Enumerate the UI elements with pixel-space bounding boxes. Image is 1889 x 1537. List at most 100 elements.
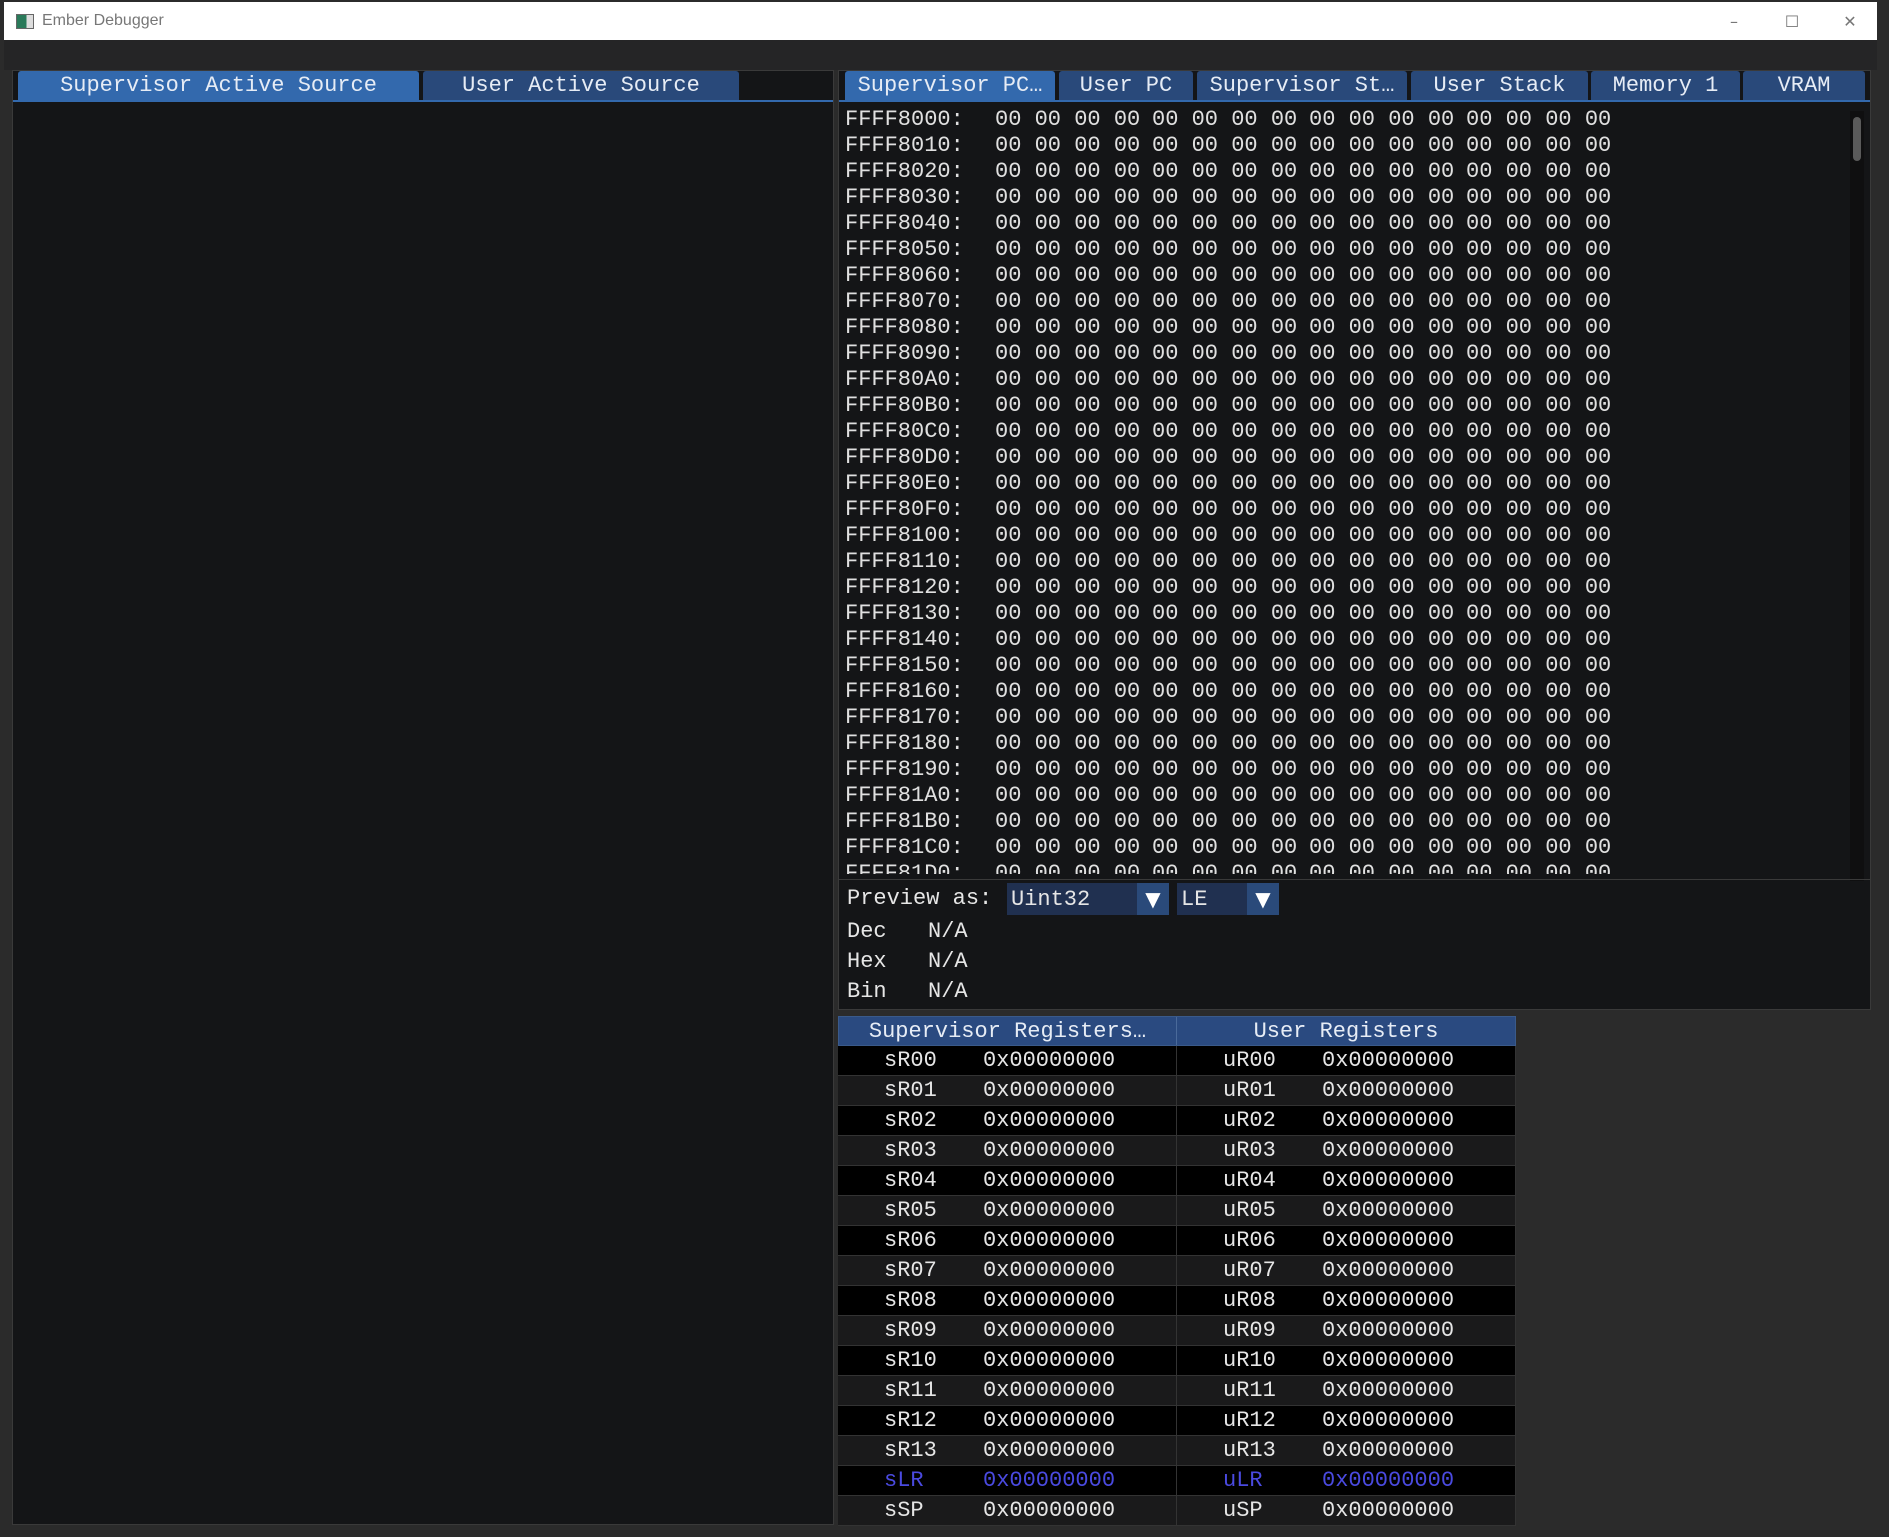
hex-byte-group[interactable]: 00 00 00 00 (1309, 705, 1454, 731)
hex-scrollbar[interactable] (1850, 111, 1864, 881)
hex-byte-group[interactable]: 00 00 00 00 (1309, 107, 1454, 133)
hex-byte-group[interactable]: 00 00 00 00 (1309, 289, 1454, 315)
hex-byte-group[interactable]: 00 00 00 00 (1152, 731, 1297, 757)
hex-byte-group[interactable]: 00 00 00 00 (1152, 861, 1297, 874)
hex-byte-group[interactable]: 00 00 00 00 (1152, 341, 1297, 367)
scrollbar-thumb[interactable] (1853, 117, 1861, 161)
tab-memory-1[interactable]: Memory 1 (1591, 71, 1740, 100)
hex-byte-group[interactable]: 00 00 00 00 (1466, 523, 1611, 549)
hex-byte-group[interactable]: 00 00 00 00 (995, 185, 1140, 211)
hex-byte-group[interactable]: 00 00 00 00 (1309, 549, 1454, 575)
hex-byte-group[interactable]: 00 00 00 00 (995, 757, 1140, 783)
hex-byte-group[interactable]: 00 00 00 00 (1309, 731, 1454, 757)
hex-byte-group[interactable]: 00 00 00 00 (995, 315, 1140, 341)
hex-byte-group[interactable]: 00 00 00 00 (1309, 601, 1454, 627)
hex-byte-group[interactable]: 00 00 00 00 (1152, 835, 1297, 861)
hex-byte-group[interactable]: 00 00 00 00 (1466, 809, 1611, 835)
hex-byte-group[interactable]: 00 00 00 00 (1466, 263, 1611, 289)
hex-byte-group[interactable]: 00 00 00 00 (1152, 107, 1297, 133)
hex-byte-group[interactable]: 00 00 00 00 (1466, 341, 1611, 367)
hex-byte-group[interactable]: 00 00 00 00 (1309, 497, 1454, 523)
hex-byte-group[interactable]: 00 00 00 00 (1152, 705, 1297, 731)
hex-byte-group[interactable]: 00 00 00 00 (1466, 705, 1611, 731)
hex-byte-group[interactable]: 00 00 00 00 (1309, 393, 1454, 419)
hex-byte-group[interactable]: 00 00 00 00 (1309, 237, 1454, 263)
minimize-button[interactable]: – (1705, 2, 1763, 40)
hex-byte-group[interactable]: 00 00 00 00 (1152, 237, 1297, 263)
tab-supervisor-active-source[interactable]: Supervisor Active Source (18, 71, 419, 100)
tab-user-stack[interactable]: User Stack (1411, 71, 1588, 100)
hex-byte-group[interactable]: 00 00 00 00 (1466, 393, 1611, 419)
hex-byte-group[interactable]: 00 00 00 00 (995, 653, 1140, 679)
hex-byte-group[interactable]: 00 00 00 00 (1466, 237, 1611, 263)
hex-byte-group[interactable]: 00 00 00 00 (1152, 211, 1297, 237)
hex-byte-group[interactable]: 00 00 00 00 (1309, 783, 1454, 809)
hex-byte-group[interactable]: 00 00 00 00 (1152, 679, 1297, 705)
hex-byte-group[interactable]: 00 00 00 00 (995, 211, 1140, 237)
hex-byte-group[interactable]: 00 00 00 00 (1466, 653, 1611, 679)
hex-byte-group[interactable]: 00 00 00 00 (1152, 497, 1297, 523)
hex-byte-group[interactable]: 00 00 00 00 (1309, 809, 1454, 835)
hex-byte-group[interactable]: 00 00 00 00 (1466, 445, 1611, 471)
hex-byte-group[interactable]: 00 00 00 00 (995, 835, 1140, 861)
hex-byte-group[interactable]: 00 00 00 00 (1466, 731, 1611, 757)
hex-byte-group[interactable]: 00 00 00 00 (1309, 861, 1454, 874)
hex-byte-group[interactable]: 00 00 00 00 (995, 133, 1140, 159)
hex-byte-group[interactable]: 00 00 00 00 (1309, 471, 1454, 497)
hex-byte-group[interactable]: 00 00 00 00 (1309, 367, 1454, 393)
hex-byte-group[interactable]: 00 00 00 00 (1152, 757, 1297, 783)
hex-byte-group[interactable]: 00 00 00 00 (1466, 289, 1611, 315)
hex-byte-group[interactable]: 00 00 00 00 (1152, 393, 1297, 419)
hex-byte-group[interactable]: 00 00 00 00 (995, 627, 1140, 653)
hex-byte-group[interactable]: 00 00 00 00 (1152, 315, 1297, 341)
endian-select[interactable]: LE ▼ (1177, 883, 1279, 915)
hex-byte-group[interactable]: 00 00 00 00 (1152, 601, 1297, 627)
hex-byte-group[interactable]: 00 00 00 00 (995, 419, 1140, 445)
hex-byte-group[interactable]: 00 00 00 00 (995, 705, 1140, 731)
hex-byte-group[interactable]: 00 00 00 00 (1466, 471, 1611, 497)
tab-supervisor-pc[interactable]: Supervisor PC… (845, 71, 1055, 100)
hex-byte-group[interactable]: 00 00 00 00 (995, 679, 1140, 705)
hex-byte-group[interactable]: 00 00 00 00 (995, 289, 1140, 315)
hex-byte-group[interactable]: 00 00 00 00 (1152, 159, 1297, 185)
hex-byte-group[interactable]: 00 00 00 00 (1309, 445, 1454, 471)
hex-byte-group[interactable]: 00 00 00 00 (995, 783, 1140, 809)
hex-byte-group[interactable]: 00 00 00 00 (995, 107, 1140, 133)
hex-byte-group[interactable]: 00 00 00 00 (1466, 575, 1611, 601)
hex-byte-group[interactable]: 00 00 00 00 (1152, 783, 1297, 809)
hex-byte-group[interactable]: 00 00 00 00 (1152, 263, 1297, 289)
hex-byte-group[interactable]: 00 00 00 00 (995, 861, 1140, 874)
hex-byte-group[interactable]: 00 00 00 00 (1152, 549, 1297, 575)
tab-user-active-source[interactable]: User Active Source (423, 71, 739, 100)
hex-byte-group[interactable]: 00 00 00 00 (1466, 549, 1611, 575)
hex-byte-group[interactable]: 00 00 00 00 (1152, 471, 1297, 497)
hex-byte-group[interactable]: 00 00 00 00 (1309, 341, 1454, 367)
hex-byte-group[interactable]: 00 00 00 00 (1466, 497, 1611, 523)
hex-byte-group[interactable]: 00 00 00 00 (1309, 159, 1454, 185)
hex-byte-group[interactable]: 00 00 00 00 (995, 575, 1140, 601)
hex-byte-group[interactable]: 00 00 00 00 (995, 341, 1140, 367)
dropdown-arrow-icon[interactable]: ▼ (1247, 883, 1279, 915)
hex-byte-group[interactable]: 00 00 00 00 (1309, 575, 1454, 601)
tab-vram[interactable]: VRAM (1743, 71, 1865, 100)
hex-byte-group[interactable]: 00 00 00 00 (1309, 133, 1454, 159)
hex-byte-group[interactable]: 00 00 00 00 (1309, 419, 1454, 445)
hex-byte-group[interactable]: 00 00 00 00 (1152, 185, 1297, 211)
hex-byte-group[interactable]: 00 00 00 00 (995, 393, 1140, 419)
hex-byte-group[interactable]: 00 00 00 00 (995, 497, 1140, 523)
hex-byte-group[interactable]: 00 00 00 00 (1466, 757, 1611, 783)
hex-byte-group[interactable]: 00 00 00 00 (1309, 679, 1454, 705)
hex-byte-group[interactable]: 00 00 00 00 (1152, 445, 1297, 471)
hex-byte-group[interactable]: 00 00 00 00 (1309, 315, 1454, 341)
hex-byte-group[interactable]: 00 00 00 00 (1466, 185, 1611, 211)
hex-byte-group[interactable]: 00 00 00 00 (1309, 185, 1454, 211)
hex-byte-group[interactable]: 00 00 00 00 (1152, 627, 1297, 653)
hex-byte-group[interactable]: 00 00 00 00 (1466, 601, 1611, 627)
hex-byte-group[interactable]: 00 00 00 00 (1152, 575, 1297, 601)
hex-byte-group[interactable]: 00 00 00 00 (1309, 211, 1454, 237)
hex-byte-group[interactable]: 00 00 00 00 (995, 367, 1140, 393)
hex-byte-group[interactable]: 00 00 00 00 (1466, 419, 1611, 445)
hex-byte-group[interactable]: 00 00 00 00 (1466, 159, 1611, 185)
hex-byte-group[interactable]: 00 00 00 00 (1466, 627, 1611, 653)
hex-byte-group[interactable]: 00 00 00 00 (1152, 653, 1297, 679)
